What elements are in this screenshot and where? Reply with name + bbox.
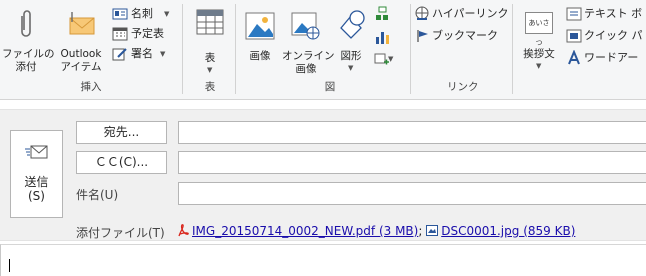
to-button[interactable]: 宛先...: [76, 121, 167, 144]
ribbon: ファイルの 添付 Outlook アイテム 名刺 ▼ 予定表 署名 ▼ 挿入 表…: [0, 0, 646, 100]
chart-button[interactable]: [372, 28, 392, 46]
send-shortcut-label: (S): [28, 189, 45, 203]
signature-label: 署名: [131, 47, 153, 60]
calendar-button[interactable]: 予定表: [112, 26, 176, 44]
table-button[interactable]: 表 ▼: [188, 4, 232, 74]
business-card-label: 名刺: [131, 7, 153, 20]
hyperlink-label: ハイパーリンク: [432, 7, 509, 20]
group-separator: [235, 4, 236, 94]
greeting-dropdown-icon: ▼: [536, 62, 542, 70]
message-body[interactable]: [0, 244, 646, 276]
paperclip-icon: [21, 10, 31, 37]
signature-button[interactable]: 署名 ▼: [112, 46, 176, 64]
insert-group-label: 挿入: [80, 81, 102, 93]
attachment-name: DSC0001.jpg (859 KB): [441, 224, 576, 238]
illustrations-group-label: 図: [324, 81, 336, 93]
attach-file-label-1: ファイルの: [2, 48, 55, 60]
attach-file-button[interactable]: ファイルの 添付: [2, 4, 55, 73]
greeting-icon-badge: あいさつ: [528, 19, 550, 47]
screenshot-button[interactable]: ▼: [372, 50, 394, 68]
text-box-button[interactable]: テキスト ボ: [566, 6, 646, 24]
wordart-label: ワードアー: [584, 51, 639, 64]
bookmark-icon: [417, 30, 428, 42]
links-group-label: リンク: [447, 81, 479, 93]
business-card-button[interactable]: 名刺 ▼: [112, 6, 176, 24]
online-pictures-label-1: オンライン: [282, 50, 335, 62]
online-picture-icon: [291, 12, 320, 40]
bookmark-label: ブックマーク: [432, 29, 498, 42]
attach-file-label-2: 添付: [15, 61, 37, 73]
signature-icon: [112, 48, 127, 61]
quick-parts-icon: [566, 29, 582, 43]
smartart-icon: [376, 6, 388, 20]
business-card-icon: [112, 8, 128, 20]
table-label: 表: [204, 52, 216, 64]
send-label: 送信: [24, 175, 49, 189]
outlook-item-button[interactable]: Outlook アイテム: [52, 4, 110, 73]
image-file-icon: [426, 225, 439, 236]
pictures-button[interactable]: 画像: [240, 4, 280, 74]
quick-parts-label: クイック パ: [584, 29, 643, 42]
hyperlink-icon: [415, 6, 429, 20]
greeting-label: 挨拶文: [523, 48, 555, 60]
send-envelope-icon: [25, 145, 48, 159]
envelope-icon: [69, 12, 95, 35]
outlook-item-label-1: Outlook: [60, 48, 102, 60]
table-dropdown-icon: ▼: [207, 66, 213, 74]
calendar-icon: [112, 27, 128, 41]
business-card-dropdown-icon: ▼: [164, 10, 170, 18]
attachment-separator: ;: [418, 224, 423, 238]
greeting-button[interactable]: あいさつ 挨拶文 ▼: [516, 4, 562, 74]
smartart-button[interactable]: [372, 6, 392, 24]
group-separator: [182, 4, 183, 94]
bookmark-button[interactable]: ブックマーク: [414, 28, 506, 46]
group-separator: [410, 4, 411, 94]
pictures-label: 画像: [249, 50, 271, 62]
attached-label: 添付ファイル(T): [76, 226, 165, 240]
screenshot-dropdown-icon: ▼: [388, 55, 394, 63]
wordart-icon: [568, 50, 580, 65]
table-icon: [196, 9, 224, 35]
shapes-label: 図形: [340, 50, 362, 62]
online-pictures-button[interactable]: オンライン 画像: [282, 4, 335, 75]
group-separator: [512, 4, 513, 94]
wordart-button[interactable]: ワードアー: [566, 50, 646, 68]
picture-icon: [245, 12, 275, 40]
signature-dropdown-icon: ▼: [160, 50, 166, 58]
outlook-item-label-2: アイテム: [60, 61, 102, 73]
attachment-item[interactable]: DSC0001.jpg (859 KB): [426, 224, 575, 238]
greeting-icon: あいさつ: [525, 12, 553, 47]
pdf-icon: [178, 224, 189, 237]
subject-field[interactable]: [178, 182, 646, 205]
cc-button[interactable]: ＣＣ(C)...: [76, 151, 167, 174]
text-box-label: テキスト ボ: [584, 7, 643, 20]
message-header-panel: 送信 (S) 宛先... ＣＣ(C)... 件名(U) 添付ファイル(T) IM…: [0, 109, 646, 241]
cc-field[interactable]: [178, 151, 646, 174]
subject-label: 件名(U): [76, 188, 119, 202]
online-pictures-label-2: 画像: [295, 63, 317, 75]
send-button[interactable]: 送信 (S): [10, 130, 63, 218]
attachment-list: IMG_20150714_0002_NEW.pdf (3 MB); DSC000…: [178, 222, 575, 240]
text-cursor: [9, 259, 10, 272]
tables-group-label: 表: [204, 81, 216, 93]
attachment-name: IMG_20150714_0002_NEW.pdf (3 MB): [192, 224, 419, 238]
to-field[interactable]: [178, 121, 646, 144]
shapes-dropdown-icon: ▼: [348, 64, 354, 72]
calendar-label: 予定表: [131, 27, 164, 40]
hyperlink-button[interactable]: ハイパーリンク: [414, 6, 509, 24]
shapes-button[interactable]: 図形 ▼: [334, 4, 368, 74]
text-box-icon: [566, 7, 582, 21]
compose-area: 送信 (S) 宛先... ＣＣ(C)... 件名(U) 添付ファイル(T) IM…: [0, 101, 646, 276]
chart-icon: [376, 32, 389, 44]
quick-parts-button[interactable]: クイック パ: [566, 28, 646, 46]
shapes-icon: [340, 10, 365, 39]
attachment-item[interactable]: IMG_20150714_0002_NEW.pdf (3 MB): [178, 224, 418, 238]
